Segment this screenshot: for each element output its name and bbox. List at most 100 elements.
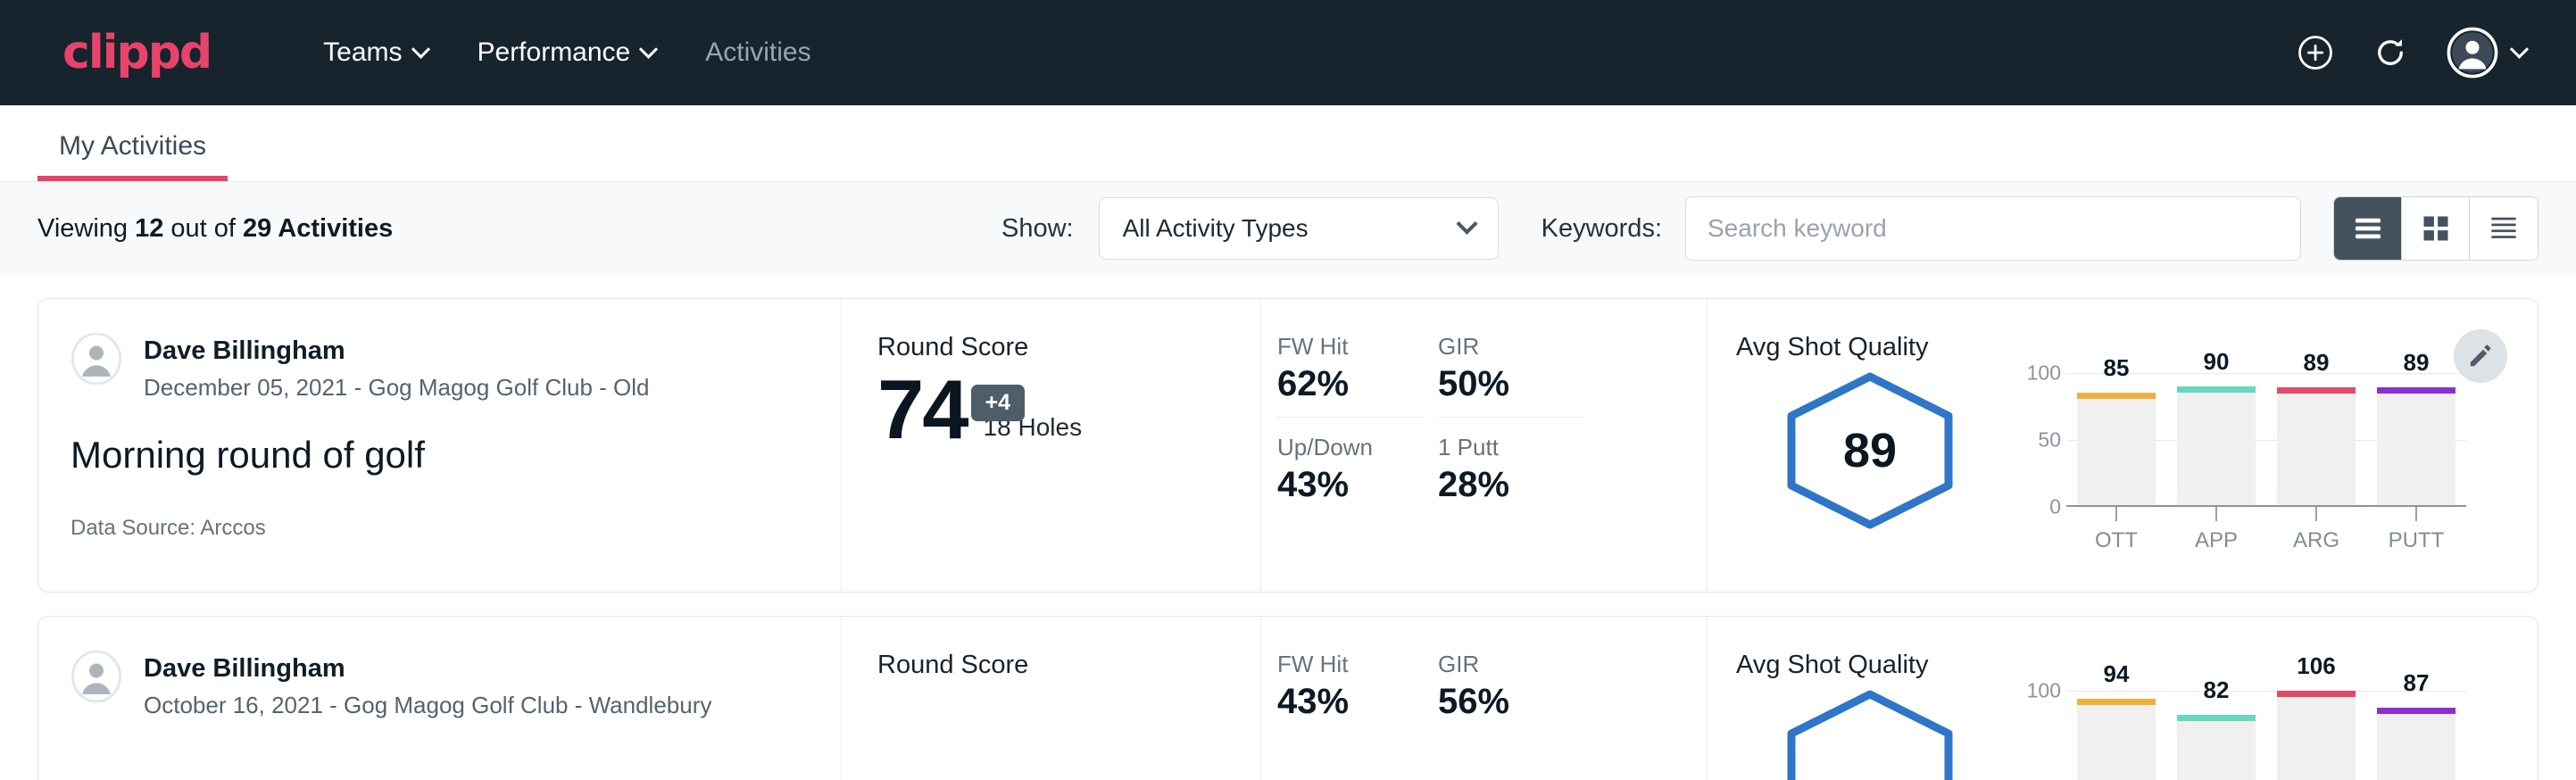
tab-my-activities-label: My Activities [59,131,206,161]
keywords-label: Keywords: [1541,214,1662,244]
activity-card[interactable]: Dave Billingham December 05, 2021 - Gog … [37,298,2539,593]
bar-cap [2077,699,2156,705]
compact-view-button[interactable] [2470,197,2538,260]
bar-body [2177,721,2256,780]
x-tick-label: OTT [2095,528,2138,553]
nav-item-teams[interactable]: Teams [298,29,452,77]
x-tick-label: APP [2195,528,2238,553]
viewing-suffix: Activities [271,214,393,243]
bar-cap [2377,708,2456,714]
list-view-button[interactable] [2334,197,2402,260]
bar-arg: 106 [2277,691,2356,780]
avg-shot-quality-hexagon [1736,680,2004,780]
avatar-icon [71,651,122,702]
activity-summary: Dave Billingham October 16, 2021 - Gog M… [38,617,842,780]
tab-bar: My Activities [0,105,2576,182]
viewing-mid: out of [163,214,243,243]
x-tick-arg: ARG [2277,507,2356,553]
bar-putt: 87 [2377,691,2456,780]
y-tick-0: 0 [2049,495,2061,519]
activity-card[interactable]: Dave Billingham October 16, 2021 - Gog M… [37,616,2539,780]
round-stats-grid: FW Hit 43% GIR 56% [1261,617,1708,780]
bar-body [2077,705,2156,780]
bar-value-label: 87 [2377,669,2456,697]
stat-gir: GIR 50% 1 Putt 28% [1438,333,1585,549]
author-name: Dave Billingham [144,336,650,366]
chart-plot-area: 100 50 0 85908989 [2066,373,2466,507]
nav-item-activities[interactable]: Activities [680,29,835,77]
edit-activity-button[interactable] [2454,329,2507,383]
stat-value: 50% [1438,364,1585,404]
x-tick-app: APP [2177,507,2256,553]
stat-label: GIR [1438,333,1585,361]
x-tick-ott: OTT [2077,507,2156,553]
viewing-prefix: Viewing [37,214,135,243]
activity-author: Dave Billingham October 16, 2021 - Gog M… [71,651,805,719]
stat-label: GIR [1438,651,1585,678]
round-score-label: Round Score [877,333,1260,362]
brand-logo[interactable]: clippd [62,26,211,79]
activity-type-value: All Activity Types [1123,214,1309,243]
refresh-button[interactable] [2372,34,2409,71]
bar-body [2277,697,2356,780]
bar-putt: 89 [2377,373,2456,505]
y-tick-50: 50 [2038,428,2061,452]
account-menu[interactable] [2447,27,2526,79]
top-navigation-bar: clippd Teams Performance Activities [0,0,2576,105]
x-axis-line [2066,505,2466,507]
grid-view-button[interactable] [2402,197,2470,260]
round-score-block: Round Score 74 +4 18 Holes [842,299,1261,592]
nav-item-performance[interactable]: Performance [453,29,681,77]
stat-gir: GIR 56% [1438,651,1585,780]
divider [1438,417,1585,418]
score-differential-badge: +4 [971,385,1026,421]
compact-view-icon [2489,215,2519,242]
round-score-block: Round Score [842,617,1261,780]
x-tick-label: ARG [2293,528,2339,553]
chevron-down-icon [411,39,429,58]
bar-ott: 85 [2077,373,2156,505]
chevron-down-icon [2510,39,2529,58]
stat-label: 1 Putt [1438,434,1585,461]
y-tick-100: 100 [2027,679,2061,703]
y-axis-labels: 100 50 0 [2007,373,2061,507]
round-score-value: 74 [877,366,968,454]
bar-cap [2177,386,2256,393]
activity-title: Morning round of golf [71,434,805,477]
stat-value: 56% [1438,682,1585,722]
show-label: Show: [1001,214,1074,244]
y-tick-100: 100 [2027,361,2061,386]
bar-body [2177,393,2256,505]
activity-date-course: December 05, 2021 - Gog Magog Golf Club … [144,374,650,402]
tick-mark [2415,507,2417,521]
stat-fw-hit: FW Hit 43% [1277,651,1425,780]
activity-card-list: Dave Billingham December 05, 2021 - Gog … [0,298,2576,780]
viewing-count: 12 [135,214,163,243]
hexagon-icon [1781,689,1959,780]
activity-date-course: October 16, 2021 - Gog Magog Golf Club -… [144,692,711,719]
tab-my-activities[interactable]: My Activities [37,131,228,181]
plus-circle-icon [2297,34,2334,71]
stat-value: 43% [1277,682,1425,722]
avg-shot-quality-block: Avg Shot Quality 100 948210 [1708,617,2538,780]
bar-series: 948210687 [2066,691,2466,780]
nav-item-performance-label: Performance [478,37,631,68]
add-button[interactable] [2297,34,2334,71]
activity-summary: Dave Billingham December 05, 2021 - Gog … [38,299,842,592]
y-axis-labels: 100 [2007,691,2061,780]
bar-app: 82 [2177,691,2256,780]
pencil-icon [2467,343,2494,369]
chevron-down-icon [1456,212,1477,234]
search-input[interactable] [1685,196,2301,261]
nav-item-teams-label: Teams [323,37,402,68]
tick-mark [2315,507,2317,521]
stat-value: 43% [1277,465,1425,505]
author-name: Dave Billingham [144,654,711,684]
stat-label: FW Hit [1277,333,1425,361]
stat-label: FW Hit [1277,651,1425,678]
stat-value: 62% [1277,364,1425,404]
filter-controls: Show: All Activity Types Keywords: [1001,196,2539,261]
activity-type-select[interactable]: All Activity Types [1099,197,1499,260]
x-tick-label: PUTT [2389,528,2445,553]
bar-cap [2177,715,2256,721]
